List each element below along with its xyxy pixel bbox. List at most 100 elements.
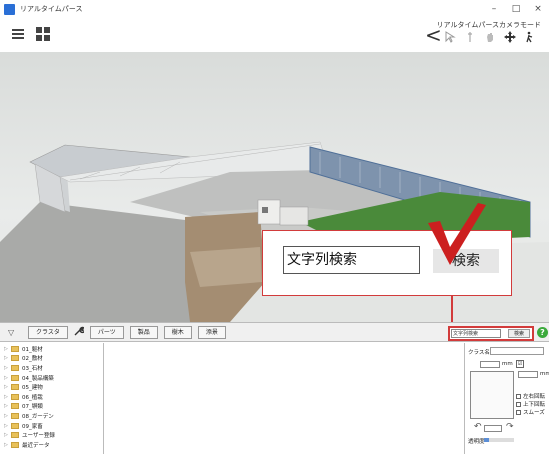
expand-icon[interactable]: ▷ — [4, 365, 11, 371]
camera-mode-label: リアルタイムパースカメラモード — [436, 21, 541, 29]
grid-view-icon[interactable] — [36, 27, 50, 41]
tree-item-label: 03_石材 — [22, 365, 43, 372]
option-flip-vertical[interactable]: 上下回転 — [516, 400, 545, 408]
tree-item-label: 05_建物 — [22, 385, 43, 392]
expand-icon[interactable]: ▷ — [4, 355, 11, 361]
title-bar: リアルタイムパース – □ × — [0, 0, 549, 18]
tree-item-label: 04_製品構築 — [22, 375, 54, 382]
checkbox[interactable] — [516, 393, 521, 399]
tree-item-label: 07_塀類 — [22, 404, 43, 411]
class-name-field[interactable] — [490, 347, 544, 355]
rotate-left-icon[interactable]: ↶ — [474, 422, 482, 432]
expand-icon[interactable]: ▷ — [4, 394, 11, 400]
tree-item[interactable]: ▷ 03_石材 — [0, 363, 103, 373]
option-smooth[interactable]: スムーズ — [516, 408, 545, 416]
properties-panel: クラス名 mm ☑ mm 左右回転 上下回転 スムーズ ↶ ↷ 透明度 — [466, 343, 549, 454]
camera-tools — [443, 30, 537, 44]
rotate-right-icon[interactable]: ↷ — [506, 422, 514, 432]
option-label: 左右回転 — [523, 394, 546, 400]
help-icon[interactable]: ? — [537, 327, 548, 338]
option-flip-horizontal[interactable]: 左右回転 — [516, 392, 545, 400]
folder-icon — [11, 403, 19, 410]
folder-icon — [11, 412, 19, 419]
expand-icon[interactable]: ▷ — [4, 413, 11, 419]
height-field[interactable] — [518, 371, 538, 378]
tab-accessories[interactable]: 添景 — [197, 325, 226, 339]
tree-item[interactable]: ▷ 最近データ — [0, 440, 103, 450]
checkbox[interactable] — [516, 409, 521, 415]
expand-icon[interactable]: ▷ — [4, 403, 11, 409]
tab-parts[interactable]: パーツ — [89, 325, 124, 339]
walk-icon[interactable] — [523, 30, 537, 44]
close-button[interactable]: × — [527, 0, 549, 18]
rotation-field[interactable] — [484, 425, 502, 432]
tab-cluster[interactable]: クラスタ — [28, 325, 68, 339]
class-name-label: クラス名 — [468, 350, 490, 356]
window-controls: – □ × — [483, 0, 549, 18]
tree-item[interactable]: ▷ 08_ガーデン — [0, 411, 103, 421]
wand-icon[interactable] — [463, 30, 477, 44]
app-icon — [4, 3, 15, 15]
expand-icon[interactable]: ▷ — [4, 384, 11, 390]
folder-icon — [11, 364, 19, 371]
preview-box — [470, 371, 514, 419]
transparency-label: 透明度 — [468, 439, 485, 445]
tree-item[interactable]: ▷ 09_家畜 — [0, 421, 103, 431]
tree-item[interactable]: ▷ 05_建物 — [0, 382, 103, 392]
tab-trees[interactable]: 樹木 — [163, 325, 192, 339]
hamburger-menu-icon[interactable] — [12, 29, 24, 39]
search-group: 文字列検索 検索 — [448, 326, 534, 341]
move-icon[interactable] — [503, 30, 517, 44]
folder-icon — [11, 422, 19, 429]
checkmark-icon — [428, 203, 486, 265]
expand-icon[interactable]: ▷ — [4, 423, 11, 429]
tree-item-label: ユーザー登録 — [22, 433, 55, 440]
tree-item[interactable]: ▷ ユーザー登録 — [0, 430, 103, 440]
width-unit: mm — [502, 361, 513, 367]
folder-icon — [11, 374, 19, 381]
tab-products[interactable]: 製品 — [129, 325, 158, 339]
window-title: リアルタイムパース — [20, 5, 83, 13]
tree-item-label: 01_躯材 — [22, 346, 43, 353]
transparency-fill — [484, 438, 489, 442]
category-tree: ▷ 01_躯材 ▷ 02_敷材 ▷ 03_石材 ▷ 04_製品構築 ▷ 05_建物 ▷ 06… — [0, 343, 104, 454]
tree-item-label: 06_植栽 — [22, 394, 43, 401]
folder-icon — [11, 393, 19, 400]
hand-icon[interactable] — [483, 30, 497, 44]
tree-item[interactable]: ▷ 06_植栽 — [0, 392, 103, 402]
callout-connector — [451, 296, 453, 322]
tree-item-label: 09_家畜 — [22, 423, 43, 430]
callout-search-input: 文字列検索 — [283, 246, 420, 274]
folder-icon — [11, 441, 19, 448]
tree-item-label: 最近データ — [22, 442, 50, 449]
filter-icon[interactable]: ▽ — [8, 328, 22, 337]
tree-item-label: 02_敷材 — [22, 356, 43, 363]
option-label: スムーズ — [523, 410, 545, 416]
tree-item[interactable]: ▷ 02_敷材 — [0, 354, 103, 364]
checkbox[interactable] — [516, 401, 521, 407]
height-unit: mm — [540, 371, 549, 377]
folder-icon — [11, 345, 19, 352]
minimize-button[interactable]: – — [483, 0, 505, 18]
wrench-icon[interactable] — [74, 326, 86, 339]
toolbar: リアルタイムパースカメラモード < — [0, 18, 549, 52]
width-field[interactable] — [480, 361, 500, 368]
expand-icon[interactable]: ▷ — [4, 346, 11, 352]
expand-icon[interactable]: ▷ — [4, 432, 11, 438]
search-button[interactable]: 検索 — [508, 329, 530, 338]
search-input[interactable]: 文字列検索 — [451, 329, 501, 338]
folder-icon — [11, 384, 19, 391]
lock-aspect-checkbox[interactable]: ☑ — [516, 360, 524, 368]
item-list-area[interactable] — [105, 343, 465, 454]
option-label: 上下回転 — [523, 402, 546, 408]
transparency-slider[interactable] — [484, 438, 514, 442]
tree-item[interactable]: ▷ 01_躯材 — [0, 344, 103, 354]
expand-icon[interactable]: ▷ — [4, 442, 11, 448]
tree-item[interactable]: ▷ 04_製品構築 — [0, 373, 103, 383]
back-chevron-icon[interactable]: < — [425, 25, 442, 45]
tree-item-label: 08_ガーデン — [22, 413, 54, 420]
maximize-button[interactable]: □ — [505, 0, 527, 18]
tree-item[interactable]: ▷ 07_塀類 — [0, 402, 103, 412]
cursor-icon[interactable] — [443, 30, 457, 44]
expand-icon[interactable]: ▷ — [4, 375, 11, 381]
